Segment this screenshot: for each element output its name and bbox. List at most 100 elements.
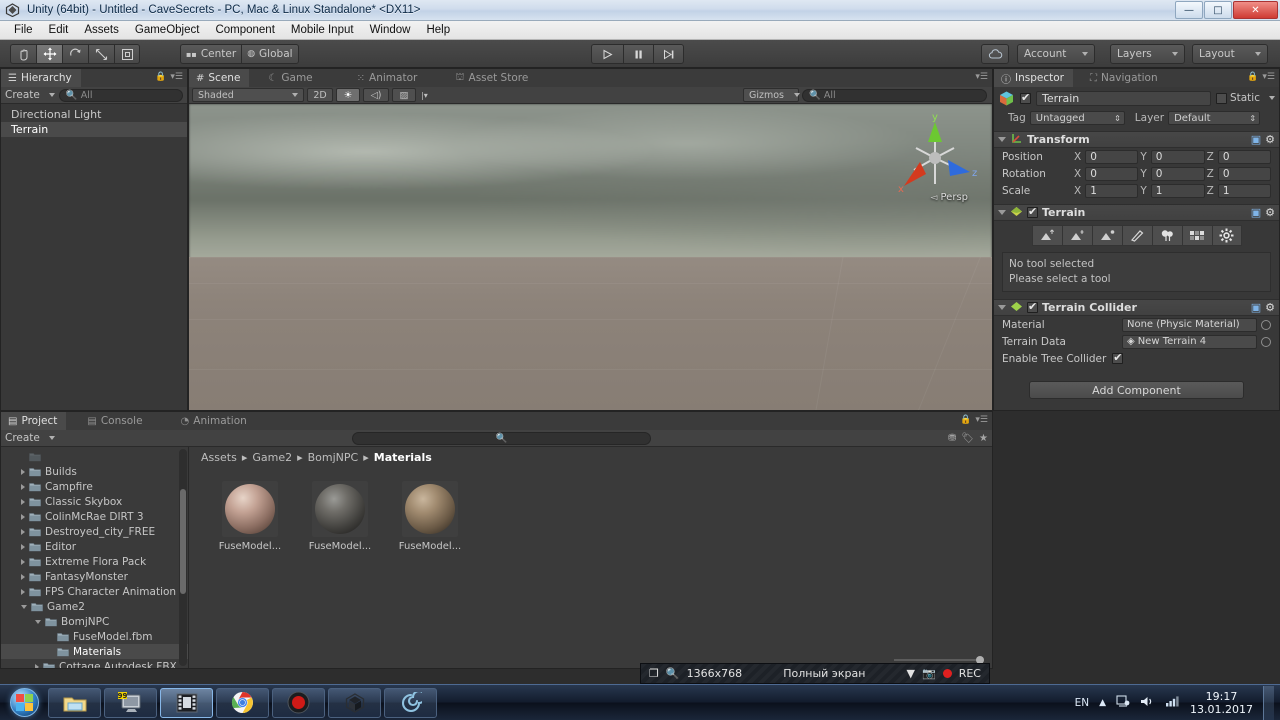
scene-effects-dropdown[interactable]: |▾ [419, 88, 430, 102]
taskbar-display-monitor[interactable]: 99 [104, 687, 157, 718]
position-y-input[interactable]: 0 [1150, 149, 1205, 164]
panel-menu-icon[interactable]: ▾☰ [975, 415, 988, 425]
scale-tool-button[interactable] [88, 44, 114, 64]
chevron-right-icon[interactable] [21, 528, 25, 535]
asset-item[interactable]: FuseModel... [307, 481, 373, 552]
asset-item[interactable]: FuseModel... [217, 481, 283, 552]
play-button[interactable] [591, 44, 623, 64]
minimize-button[interactable]: — [1175, 1, 1203, 19]
step-button[interactable] [653, 44, 684, 64]
project-create-button[interactable]: Create [5, 432, 55, 444]
paint-texture-tool[interactable] [1121, 225, 1152, 246]
filter-type-icon[interactable]: ⛃ [948, 433, 956, 444]
taskbar-google-chrome[interactable] [216, 687, 269, 718]
transform-component-header[interactable]: Transform ▣ ⚙ [994, 131, 1279, 148]
chevron-right-icon[interactable] [21, 513, 25, 520]
material-picker-button[interactable] [1261, 319, 1271, 330]
chevron-up-icon[interactable]: ▲ [1099, 698, 1106, 708]
rect-tool-button[interactable] [114, 44, 140, 64]
menu-item-edit[interactable]: Edit [41, 22, 77, 38]
project-search-input[interactable]: 🔍 [351, 431, 651, 445]
scene-audio-toggle[interactable]: ◁) [363, 88, 389, 102]
tag-dropdown[interactable]: Untagged ⇕ [1029, 111, 1125, 125]
rotate-tool-button[interactable] [62, 44, 88, 64]
layer-dropdown[interactable]: Default ⇕ [1168, 111, 1261, 125]
breadcrumb-game2[interactable]: Game2 [252, 451, 292, 464]
panel-menu-icon[interactable]: ▾☰ [1262, 72, 1275, 82]
chevron-down-icon[interactable] [21, 604, 27, 609]
window-mode-icon[interactable]: ❐ [649, 667, 659, 680]
maximize-button[interactable]: □ [1204, 1, 1232, 19]
rotation-z-input[interactable]: 0 [1217, 166, 1271, 181]
tab-inspector[interactable]: ⓘ Inspector [994, 69, 1073, 87]
project-tree-node[interactable]: FantasyMonster [1, 569, 188, 584]
object-name-input[interactable]: Terrain [1036, 90, 1211, 106]
menu-item-file[interactable]: File [6, 22, 41, 38]
chevron-right-icon[interactable] [21, 468, 25, 475]
lock-icon[interactable]: 🔒 [1247, 72, 1258, 82]
project-tree-node[interactable]: BomjNPC [1, 614, 188, 629]
action-center-icon[interactable] [1116, 694, 1130, 711]
account-dropdown[interactable]: Account [1017, 44, 1095, 64]
menu-item-window[interactable]: Window [362, 22, 419, 38]
shading-mode-dropdown[interactable]: Shaded [192, 88, 304, 102]
zoom-icon[interactable]: 🔍 [666, 667, 680, 680]
gear-icon[interactable]: ⚙ [1265, 133, 1275, 146]
toggle-2d-button[interactable]: 2D [307, 88, 333, 102]
scene-effects-toggle[interactable]: ▨ [392, 88, 416, 102]
terrain-data-picker-button[interactable] [1261, 336, 1271, 347]
start-button[interactable] [0, 686, 48, 720]
panel-menu-icon[interactable]: ▾☰ [170, 72, 183, 82]
project-tree-node[interactable]: Cottage Autodesk FBX [1, 659, 188, 668]
terrain-enabled-checkbox[interactable] [1027, 205, 1038, 218]
scene-projection-label[interactable]: ◅ Persp [930, 192, 968, 203]
tab-game[interactable]: ☾ Game [261, 69, 322, 87]
lock-icon[interactable]: 🔒 [155, 72, 166, 82]
gear-icon[interactable]: ⚙ [1265, 206, 1275, 219]
static-toggle[interactable]: Static [1215, 92, 1275, 104]
chevron-right-icon[interactable] [21, 573, 25, 580]
show-desktop-button[interactable] [1263, 685, 1274, 720]
chevron-right-icon[interactable] [35, 663, 39, 668]
chevron-right-icon[interactable] [21, 543, 25, 550]
terrain-data-object-field[interactable]: ◈ New Terrain 4 [1122, 334, 1257, 349]
help-icon[interactable]: ▣ [1251, 133, 1261, 146]
project-tree-node[interactable]: Materials [1, 644, 188, 659]
camera-icon[interactable]: 📷 [922, 667, 936, 680]
chevron-right-icon[interactable] [21, 558, 25, 565]
raise-lower-terrain-tool[interactable] [1031, 225, 1062, 246]
place-trees-tool[interactable] [1151, 225, 1182, 246]
tab-project[interactable]: ▤ Project [1, 412, 67, 430]
tab-animator[interactable]: ⁙ Animator [349, 69, 427, 87]
terrain-settings-tool[interactable] [1211, 225, 1242, 246]
chevron-down-icon[interactable]: ▼ [907, 667, 915, 680]
rotation-y-input[interactable]: 0 [1150, 166, 1205, 181]
panel-menu-icon[interactable]: ▾☰ [975, 72, 988, 82]
paint-details-tool[interactable] [1181, 225, 1212, 246]
move-tool-button[interactable] [36, 44, 62, 64]
help-icon[interactable]: ▣ [1251, 206, 1261, 219]
volume-icon[interactable] [1140, 695, 1155, 711]
layout-dropdown[interactable]: Layout [1192, 44, 1268, 64]
pivot-mode-button[interactable]: ▪▪ Center [180, 44, 242, 64]
menu-item-mobile-input[interactable]: Mobile Input [283, 22, 362, 38]
asset-item[interactable]: FuseModel... [397, 481, 463, 552]
taskbar-spiral-app[interactable] [384, 687, 437, 718]
help-icon[interactable]: ▣ [1251, 301, 1261, 314]
static-checkbox[interactable] [1215, 92, 1227, 104]
project-tree-node[interactable]: Destroyed_city_FREE [1, 524, 188, 539]
scale-x-input[interactable]: 1 [1085, 183, 1139, 198]
hierarchy-create-button[interactable]: Create [5, 89, 55, 101]
tab-asset-store[interactable]: ⛫ Asset Store [448, 69, 538, 87]
close-button[interactable]: ✕ [1233, 1, 1278, 19]
position-z-input[interactable]: 0 [1217, 149, 1271, 164]
tab-navigation[interactable]: ⛶ Navigation [1082, 69, 1167, 87]
menu-item-assets[interactable]: Assets [76, 22, 127, 38]
tab-console[interactable]: ▤ Console [80, 412, 152, 430]
add-component-button[interactable]: Add Component [1029, 381, 1244, 399]
menu-item-gameobject[interactable]: GameObject [127, 22, 208, 38]
taskbar-screen-recorder[interactable] [272, 687, 325, 718]
hierarchy-item-directional-light[interactable]: Directional Light [1, 107, 187, 122]
chevron-down-icon[interactable] [1269, 96, 1275, 100]
language-indicator[interactable]: EN [1075, 697, 1090, 709]
